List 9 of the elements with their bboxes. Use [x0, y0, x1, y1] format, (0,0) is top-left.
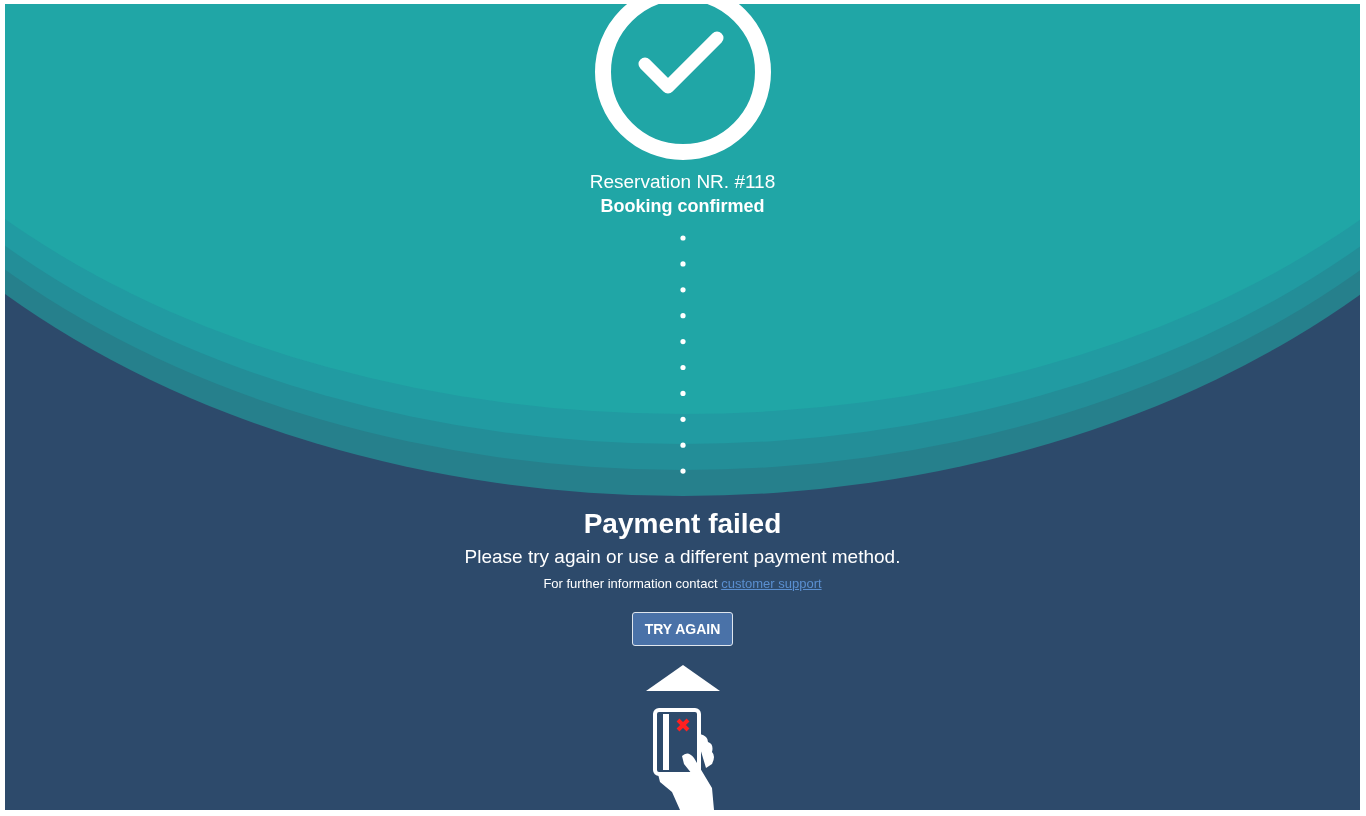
contact-text: For further information contact: [543, 576, 718, 591]
try-again-button[interactable]: TRY AGAIN: [631, 612, 734, 646]
payment-title: Payment failed: [583, 507, 782, 541]
triangle-icon: [645, 665, 720, 691]
card-in-hand-icon: [651, 708, 714, 810]
payment-message: Please try again or use a different payment method.: [464, 545, 901, 569]
reservation-number: Reservation NR. #118: [589, 170, 776, 194]
customer-support-link[interactable]: customer support: [721, 576, 822, 591]
booking-status: Booking confirmed: [600, 195, 765, 218]
